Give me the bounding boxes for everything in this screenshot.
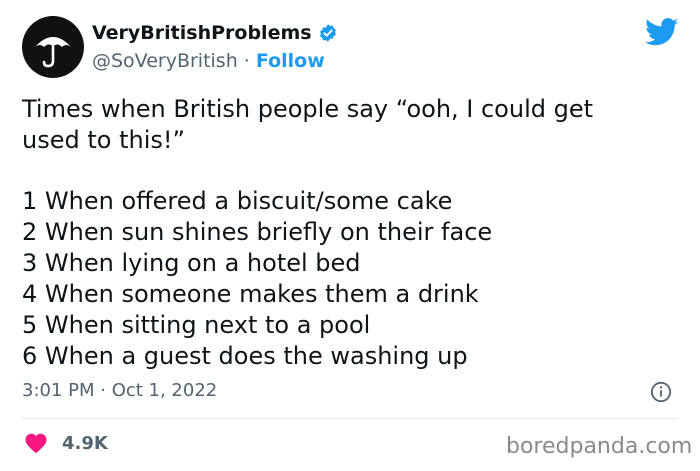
twitter-bird-icon[interactable]: [645, 18, 679, 46]
list-item: 4 When someone makes them a drink: [22, 280, 479, 308]
timestamp[interactable]: 3:01 PM · Oct 1, 2022: [22, 380, 217, 401]
list-item: 5 When sitting next to a pool: [22, 311, 371, 339]
like-button[interactable]: 4.9K: [24, 432, 108, 454]
divider: [22, 418, 678, 419]
like-count: 4.9K: [62, 432, 108, 454]
info-icon[interactable]: [650, 381, 672, 403]
display-name-text: VeryBritishProblems: [92, 22, 312, 44]
avatar[interactable]: [22, 16, 84, 78]
umbrella-icon: [35, 37, 71, 68]
list-item: 1 When offered a biscuit/some cake: [22, 187, 453, 215]
tweet-line: used to this!”: [22, 126, 185, 154]
display-name[interactable]: VeryBritishProblems: [92, 22, 338, 44]
heart-icon: [25, 433, 47, 454]
watermark: boredpanda.com: [506, 434, 693, 459]
list-item: 2 When sun shines briefly on their face: [22, 218, 493, 246]
tweet-line: Times when British people say “ooh, I co…: [22, 95, 594, 123]
separator: ·: [243, 50, 250, 72]
verified-badge-icon: [319, 24, 336, 42]
handle[interactable]: @SoVeryBritish: [92, 50, 238, 72]
tweet-list: 1 When offered a biscuit/some cake 2 Whe…: [22, 186, 492, 372]
follow-button[interactable]: Follow: [256, 50, 325, 72]
list-item: 3 When lying on a hotel bed: [22, 249, 361, 277]
handle-row: @SoVeryBritish · Follow: [92, 50, 325, 72]
list-item: 6 When a guest does the washing up: [22, 342, 468, 370]
tweet-text: Times when British people say “ooh, I co…: [22, 94, 682, 156]
